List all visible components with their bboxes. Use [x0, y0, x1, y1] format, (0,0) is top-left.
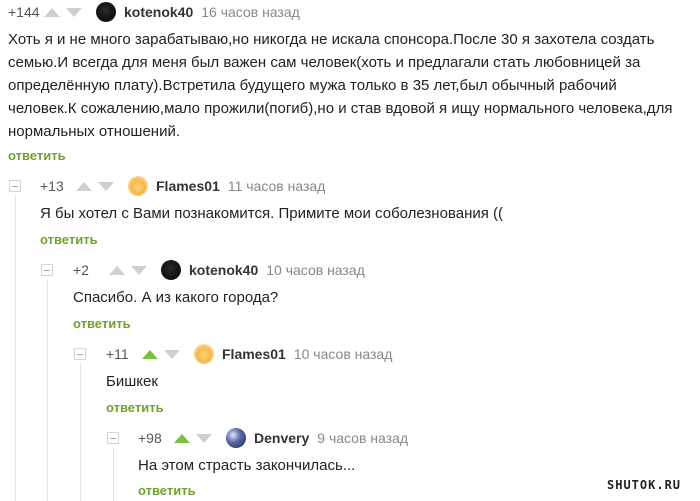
reply-link[interactable]: ответить: [138, 483, 196, 498]
comment-text: Бишкек: [106, 373, 158, 390]
comment-rating: +11: [106, 346, 129, 362]
thread-line: [113, 448, 114, 501]
upvote-icon[interactable]: [76, 181, 92, 191]
thread-line: [80, 364, 81, 501]
comment-rating: +98: [138, 430, 162, 446]
comment-text: Я бы хотел с Вами познакомится. Примите …: [40, 205, 504, 222]
downvote-icon[interactable]: [164, 349, 180, 359]
comment-2: +2 kotenok40 10 часов назад Спасибо. А и…: [73, 259, 673, 339]
comment-0: +144 kotenok40 16 часов назад Хоть я и н…: [8, 1, 698, 171]
collapse-toggle[interactable]: [41, 264, 53, 276]
comment-header: +11 Flames01 10 часов назад: [106, 343, 392, 365]
comment-time[interactable]: 11 часов назад: [228, 178, 326, 194]
upvote-icon[interactable]: [109, 265, 125, 275]
reply-link[interactable]: ответить: [40, 232, 98, 247]
upvote-icon[interactable]: [44, 7, 60, 17]
downvote-icon[interactable]: [196, 433, 212, 443]
collapse-toggle[interactable]: [9, 180, 21, 192]
comment-3: +11 Flames01 10 часов назад Бишкек ответ…: [106, 343, 666, 423]
thread-line: [47, 280, 48, 501]
avatar[interactable]: [194, 344, 214, 364]
comment-text: Хоть я и не много зарабатываю,но никогда…: [8, 31, 673, 140]
downvote-icon[interactable]: [131, 265, 147, 275]
upvote-icon[interactable]: [174, 433, 190, 443]
comment-rating: +13: [40, 178, 64, 194]
comment-4: +98 Denvery 9 часов назад На этом страст…: [138, 427, 598, 501]
comment-time[interactable]: 10 часов назад: [266, 262, 365, 278]
comment-text: Спасибо. А из какого города?: [73, 289, 279, 306]
collapse-toggle[interactable]: [74, 348, 86, 360]
comment-rating: +144: [8, 4, 40, 20]
comment-author[interactable]: kotenok40: [124, 4, 193, 20]
comment-time[interactable]: 10 часов назад: [294, 346, 393, 362]
avatar[interactable]: [226, 428, 246, 448]
comment-header: +144 kotenok40 16 часов назад: [8, 1, 300, 23]
reply-link[interactable]: ответить: [73, 316, 131, 331]
thread-line: [15, 196, 16, 501]
comment-author[interactable]: Flames01: [222, 346, 286, 362]
comment-time[interactable]: 9 часов назад: [317, 430, 408, 446]
watermark: SHUTOK.RU: [607, 478, 682, 492]
comment-author[interactable]: Flames01: [156, 178, 220, 194]
comment-time[interactable]: 16 часов назад: [201, 4, 300, 20]
comment-header: +13 Flames01 11 часов назад: [40, 175, 325, 197]
comment-1: +13 Flames01 11 часов назад Я бы хотел с…: [40, 175, 680, 255]
reply-link[interactable]: ответить: [106, 400, 164, 415]
comment-author[interactable]: Denvery: [254, 430, 309, 446]
comment-header: +98 Denvery 9 часов назад: [138, 427, 408, 449]
avatar[interactable]: [128, 176, 148, 196]
downvote-icon[interactable]: [98, 181, 114, 191]
reply-link[interactable]: ответить: [8, 148, 66, 163]
collapse-toggle[interactable]: [107, 432, 119, 444]
downvote-icon[interactable]: [66, 7, 82, 17]
comment-rating: +2: [73, 262, 89, 278]
avatar[interactable]: [96, 2, 116, 22]
comment-header: +2 kotenok40 10 часов назад: [73, 259, 365, 281]
avatar[interactable]: [161, 260, 181, 280]
comment-text: На этом страсть закончилась...: [138, 457, 356, 474]
upvote-icon[interactable]: [142, 349, 158, 359]
comment-author[interactable]: kotenok40: [189, 262, 258, 278]
